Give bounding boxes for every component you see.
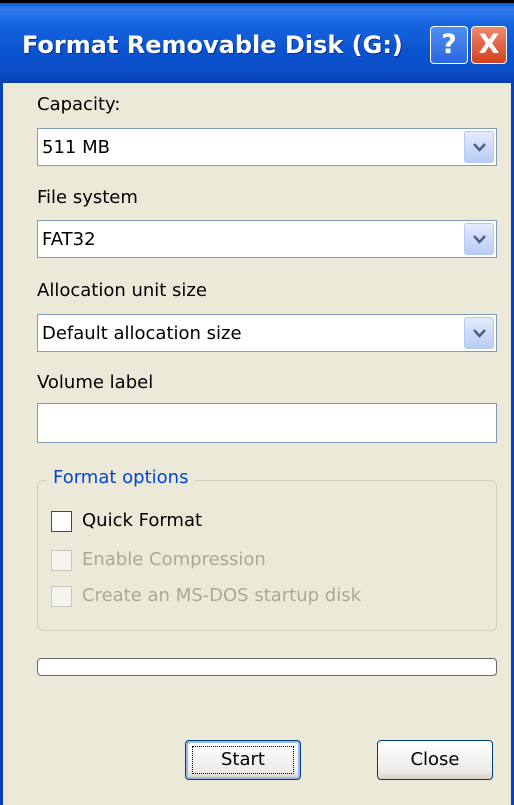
help-button[interactable]: ?: [430, 26, 468, 64]
file-system-dropdown-button[interactable]: [464, 223, 494, 255]
file-system-value: FAT32: [42, 229, 96, 250]
format-dialog: Format Removable Disk (G:) ? X Capacity:…: [0, 0, 514, 805]
volume-label-input[interactable]: [37, 403, 497, 443]
allocation-unit-select[interactable]: Default allocation size: [37, 314, 497, 352]
quick-format-checkbox[interactable]: [51, 511, 72, 532]
allocation-unit-label: Allocation unit size: [37, 280, 207, 301]
quick-format-label[interactable]: Quick Format: [82, 510, 202, 531]
capacity-label: Capacity:: [37, 94, 121, 115]
capacity-value: 511 MB: [42, 137, 110, 158]
start-button[interactable]: Start: [185, 740, 301, 780]
title-bar[interactable]: Format Removable Disk (G:) ? X: [0, 3, 514, 83]
enable-compression-label: Enable Compression: [82, 549, 266, 570]
question-mark-icon: ?: [441, 29, 457, 60]
msdos-startup-label: Create an MS-DOS startup disk: [82, 585, 362, 606]
close-window-button[interactable]: X: [471, 26, 507, 64]
chevron-down-icon: [473, 235, 486, 244]
window-left-border: [0, 83, 3, 805]
file-system-select[interactable]: FAT32: [37, 220, 497, 258]
format-options-title: Format options: [47, 467, 195, 488]
msdos-startup-checkbox: [51, 586, 72, 607]
file-system-label: File system: [37, 187, 138, 208]
format-progress-bar: [37, 658, 497, 676]
chevron-down-icon: [473, 143, 486, 152]
chevron-down-icon: [473, 329, 486, 338]
close-button-label: Close: [410, 749, 460, 770]
close-button[interactable]: Close: [377, 740, 493, 780]
allocation-dropdown-button[interactable]: [464, 317, 494, 349]
capacity-select[interactable]: 511 MB: [37, 128, 497, 166]
window-title: Format Removable Disk (G:): [22, 31, 403, 59]
allocation-unit-value: Default allocation size: [42, 323, 242, 344]
close-icon: X: [478, 29, 500, 60]
volume-label-label: Volume label: [37, 372, 154, 393]
enable-compression-checkbox: [51, 550, 72, 571]
start-button-label: Start: [221, 749, 265, 770]
capacity-dropdown-button[interactable]: [464, 131, 494, 163]
